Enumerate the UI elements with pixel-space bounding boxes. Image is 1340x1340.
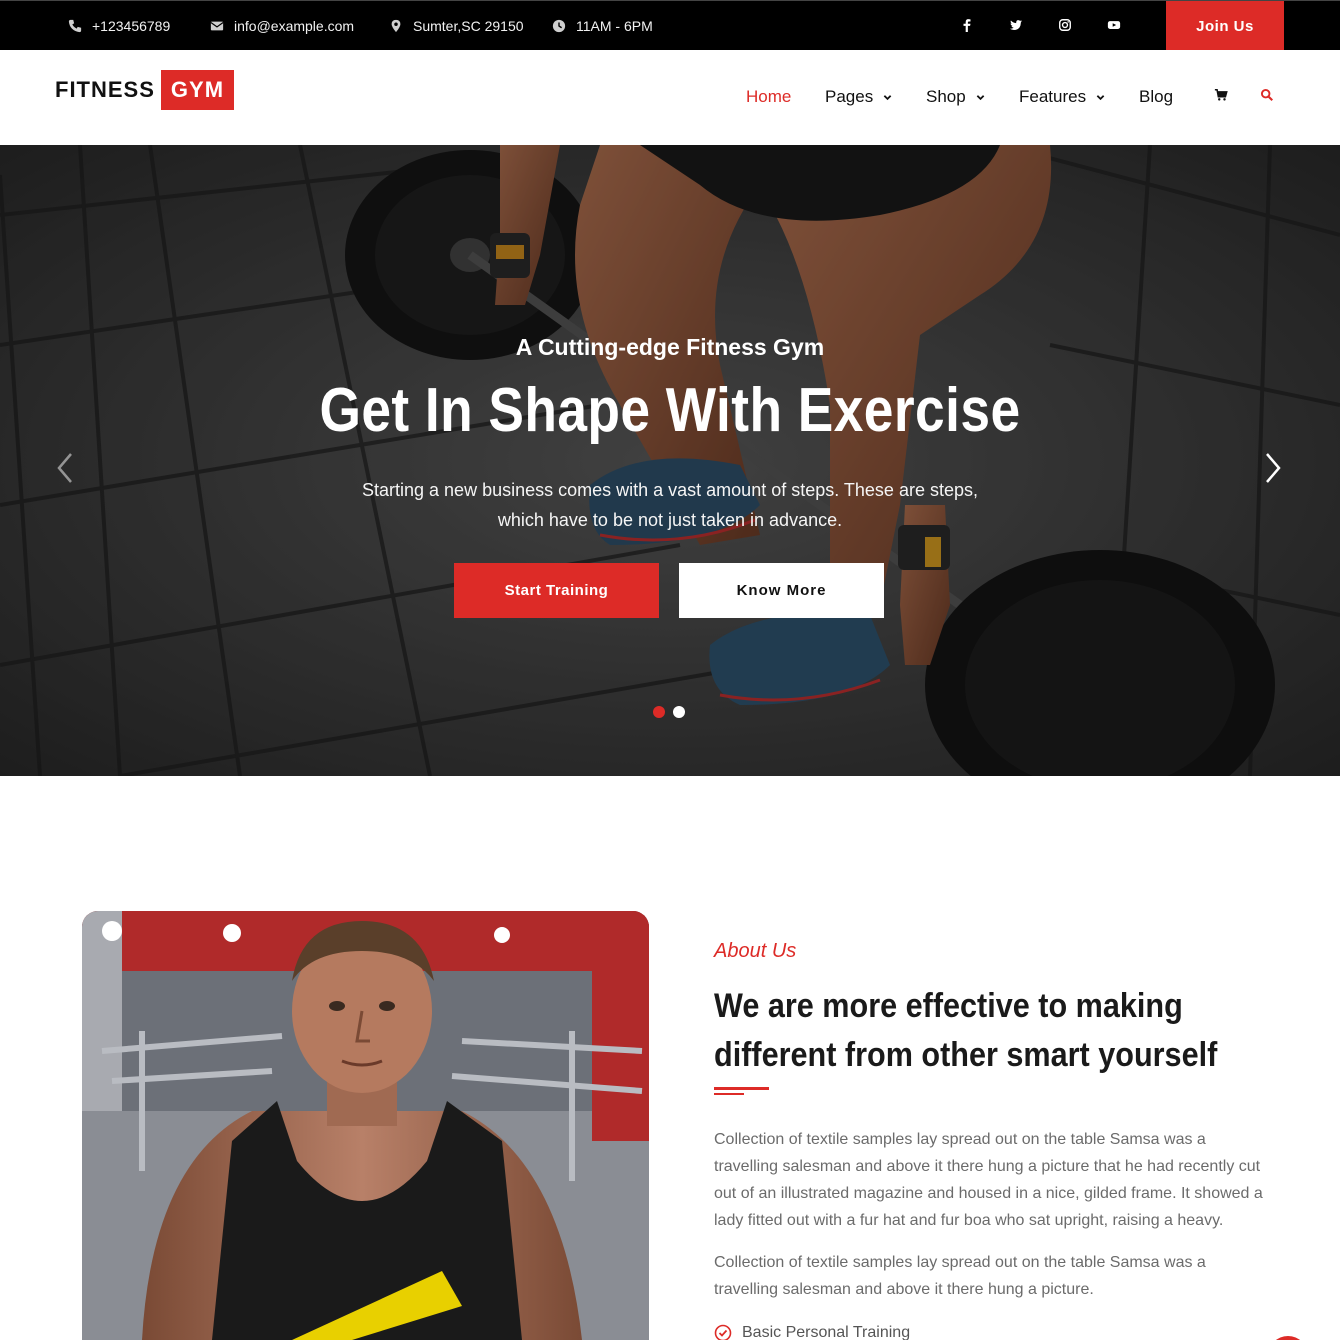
scroll-to-top-button[interactable]: [1268, 1336, 1308, 1340]
search-icon[interactable]: [1260, 88, 1274, 102]
about-image: [82, 911, 649, 1340]
address-info: Sumter,SC 29150: [389, 1, 524, 51]
phone-info[interactable]: +123456789: [68, 1, 170, 51]
nav-home-label: Home: [746, 87, 792, 106]
email-info[interactable]: info@example.com: [210, 1, 354, 51]
instagram-icon[interactable]: [1058, 18, 1072, 32]
main-header: FITNESS GYM Home Pages Shop Features Blo…: [0, 50, 1340, 145]
nav-pages-label: Pages: [825, 87, 874, 106]
phone-text: +123456789: [92, 18, 171, 34]
check-circle-icon: [714, 1324, 732, 1340]
slider-dot-2[interactable]: [673, 706, 685, 718]
trainer-photo: [82, 911, 649, 1340]
feature-label: Basic Personal Training: [742, 1324, 911, 1340]
join-us-button[interactable]: Join Us: [1166, 1, 1284, 51]
nav-shop[interactable]: Shop: [926, 87, 985, 107]
title-underline: [714, 1087, 769, 1090]
hero-subtitle: A Cutting-edge Fitness Gym: [515, 334, 825, 360]
slider-dot-1[interactable]: [653, 706, 665, 718]
nav-blog-label: Blog: [1139, 87, 1174, 106]
slider-prev-arrow-icon[interactable]: [54, 451, 76, 485]
hero-overlay: [0, 145, 1340, 776]
about-title: We are more effective to making differen…: [714, 987, 1218, 1074]
hours-text: 11AM - 6PM: [576, 18, 653, 34]
phone-icon: [68, 19, 82, 33]
clock-icon: [552, 19, 566, 33]
facebook-icon[interactable]: [960, 18, 974, 32]
feature-item: Basic Personal Training: [714, 1324, 910, 1340]
hero-title: Get In Shape With Exercise: [319, 376, 1021, 445]
start-training-button[interactable]: Start Training: [454, 563, 659, 618]
logo[interactable]: FITNESS GYM: [55, 70, 235, 110]
youtube-icon[interactable]: [1107, 18, 1121, 32]
about-paragraph-1: Collection of textile samples lay spread…: [714, 1131, 1263, 1229]
chevron-down-icon: [976, 94, 984, 100]
nav-pages[interactable]: Pages: [825, 87, 892, 107]
top-bar: +123456789 info@example.com Sumter,SC 29…: [0, 0, 1340, 51]
about-label: About Us: [714, 940, 797, 962]
location-pin-icon: [391, 19, 401, 33]
address-text: Sumter,SC 29150: [413, 18, 524, 34]
hours-info: 11AM - 6PM: [552, 1, 653, 51]
nav-blog[interactable]: Blog: [1139, 87, 1173, 107]
envelope-icon: [210, 21, 224, 31]
twitter-icon[interactable]: [1009, 18, 1023, 32]
slider-next-arrow-icon[interactable]: [1262, 451, 1284, 485]
logo-word-fitness: FITNESS: [55, 77, 155, 102]
nav-features-label: Features: [1019, 87, 1087, 106]
know-more-button[interactable]: Know More: [679, 563, 884, 618]
chevron-down-icon: [883, 94, 892, 100]
hero-description: Starting a new business comes with a vas…: [362, 480, 978, 530]
hero-slider: A Cutting-edge Fitness Gym Get In Shape …: [0, 145, 1340, 776]
chevron-down-icon: [1096, 94, 1105, 100]
cart-icon[interactable]: [1214, 88, 1228, 102]
logo-word-gym: GYM: [160, 70, 235, 110]
email-text: info@example.com: [234, 18, 355, 34]
nav-shop-label: Shop: [926, 87, 966, 106]
nav-features[interactable]: Features: [1019, 87, 1105, 107]
nav-home[interactable]: Home: [746, 87, 791, 107]
about-paragraph-2: Collection of textile samples lay spread…: [714, 1254, 1206, 1298]
title-underline-short: [714, 1093, 744, 1095]
